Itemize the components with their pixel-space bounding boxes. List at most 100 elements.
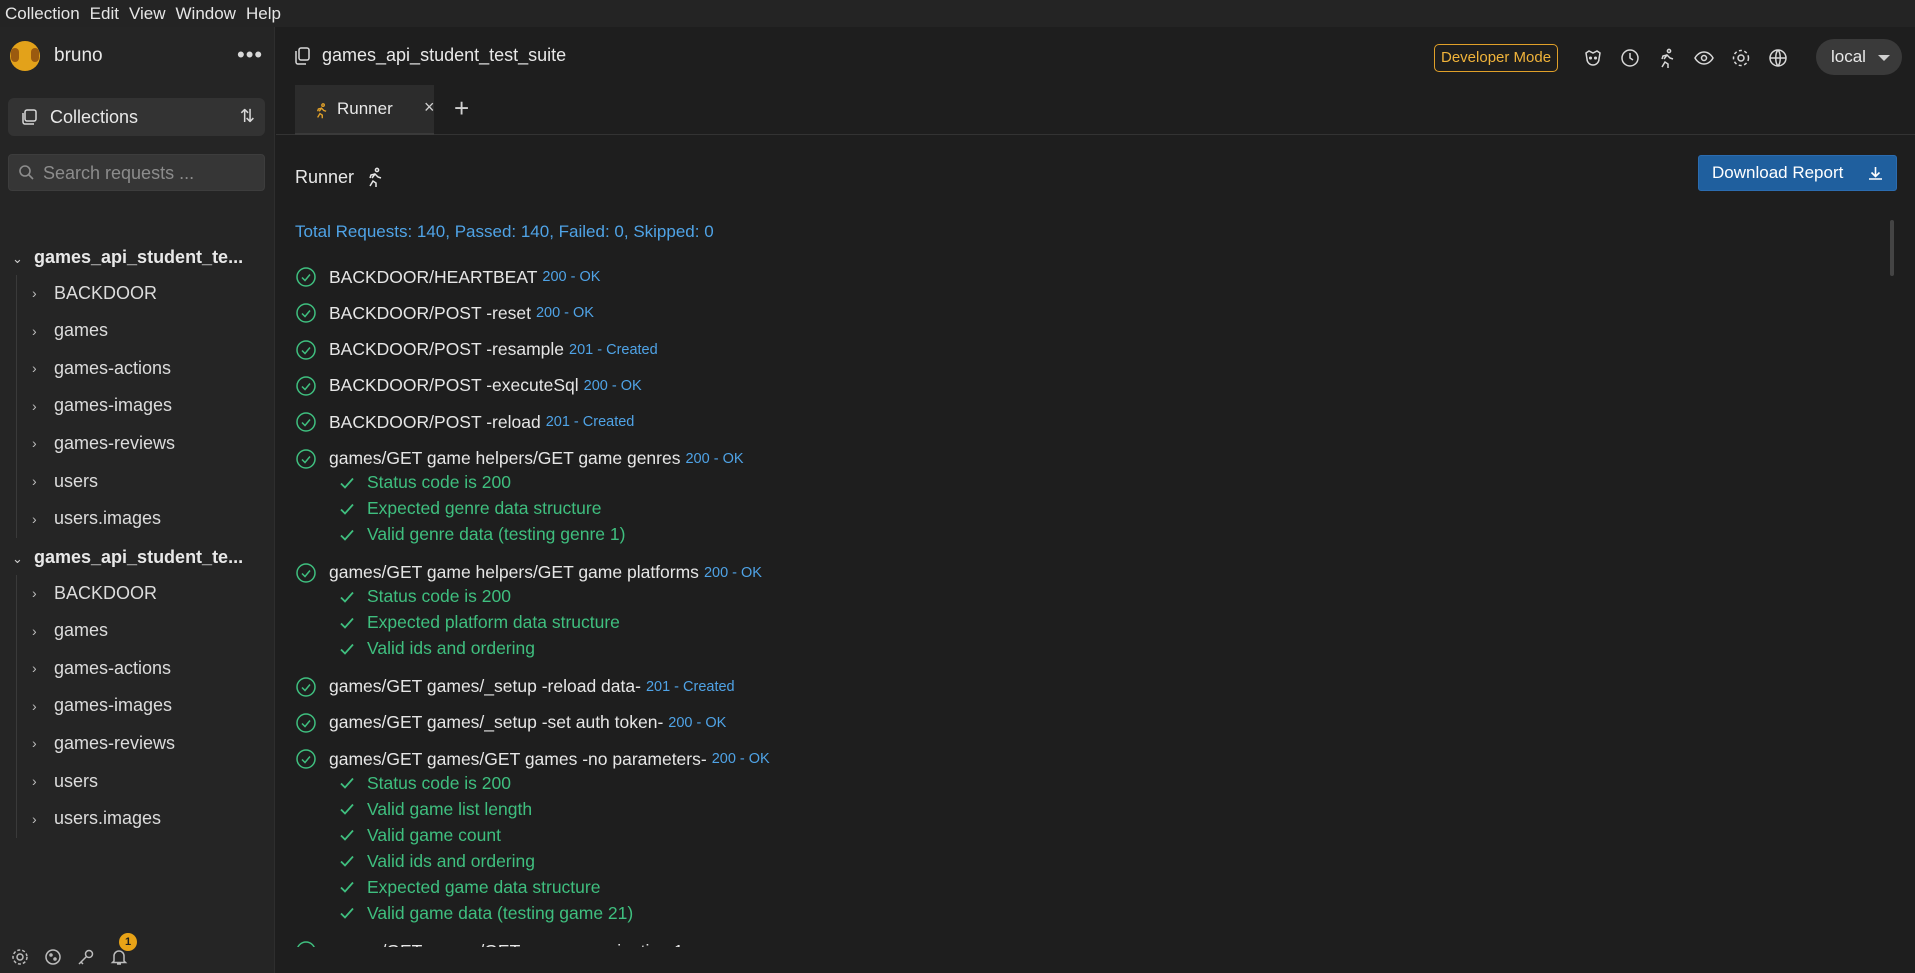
- request-name: games/GET games/GET games -no parameters…: [329, 748, 707, 769]
- tree-guide-line: [16, 575, 17, 839]
- check-icon: [340, 591, 354, 603]
- test-result: Expected platform data structure: [339, 612, 620, 634]
- download-report-button[interactable]: Download Report: [1698, 155, 1897, 191]
- status-code: 200 - OK: [711, 751, 770, 768]
- check-circle-icon: [297, 941, 315, 947]
- notifications-button[interactable]: 1: [109, 933, 137, 967]
- menu-item-view[interactable]: View: [124, 4, 171, 24]
- folder-item[interactable]: › users.images: [32, 507, 161, 531]
- folder-item[interactable]: › games-images: [32, 394, 172, 418]
- request-result[interactable]: games/GET games/GET games -pagination 1-: [295, 939, 694, 947]
- collections-button[interactable]: Collections ⇅: [8, 98, 265, 136]
- new-tab-button[interactable]: +: [454, 93, 469, 124]
- test-result: Valid game list length: [339, 798, 532, 820]
- more-options-icon[interactable]: •••: [237, 44, 263, 66]
- folder-item[interactable]: › games-actions: [32, 356, 171, 380]
- folder-name: games-images: [54, 395, 173, 416]
- folder-name: users: [54, 770, 99, 791]
- check-circle-icon: [296, 676, 316, 697]
- chevron-down-icon: ⌄: [12, 251, 23, 266]
- menu-item-help[interactable]: Help: [241, 4, 286, 24]
- folder-name: users.images: [54, 808, 162, 829]
- folder-item[interactable]: › BACKDOOR: [32, 281, 157, 305]
- cookie-icon[interactable]: [43, 947, 63, 967]
- tab-runner[interactable]: Runner ×: [295, 85, 435, 135]
- request-name: BACKDOOR/HEARTBEAT: [329, 266, 538, 287]
- check-circle-icon: [296, 303, 316, 324]
- dog-icon[interactable]: [1582, 47, 1604, 69]
- eye-icon[interactable]: [1693, 47, 1715, 69]
- environment-label: local: [1831, 47, 1866, 66]
- folder-item[interactable]: › games-actions: [32, 656, 171, 680]
- status-code: 201 - Created: [569, 341, 658, 358]
- test-result: Status code is 200: [339, 472, 511, 494]
- status-code: 201 - Created: [645, 678, 735, 695]
- search-input[interactable]: [43, 161, 258, 185]
- check-circle-icon: [296, 339, 316, 360]
- runner-heading: Runner: [295, 166, 386, 188]
- request-name: games/GET games/_setup -reload data-: [329, 676, 641, 696]
- chevron-right-icon: ›: [32, 285, 37, 301]
- sidebar-footer: 1: [10, 933, 142, 967]
- sort-icon[interactable]: ⇅: [240, 106, 255, 127]
- folder-item[interactable]: › games-reviews: [32, 731, 175, 755]
- request-name: games/GET game helpers/GET game genres: [329, 448, 681, 468]
- developer-mode-badge[interactable]: Developer Mode: [1434, 44, 1559, 72]
- check-icon: [340, 803, 354, 815]
- request-result[interactable]: games/GET games/_setup -set auth token- 2…: [295, 711, 726, 735]
- menu-item-collection[interactable]: Collection: [0, 4, 85, 24]
- close-icon[interactable]: ×: [424, 97, 435, 118]
- folder-item[interactable]: › BACKDOOR: [32, 581, 157, 605]
- gear-icon[interactable]: [1730, 47, 1752, 69]
- request-result[interactable]: BACKDOOR/POST -reload 201 - Created: [295, 410, 634, 434]
- test-name: Expected genre data structure: [367, 498, 602, 518]
- copy-icon: [295, 46, 310, 65]
- test-name: Expected platform data structure: [367, 612, 620, 632]
- download-report-label: Download Report: [1712, 163, 1844, 182]
- folder-item[interactable]: › games: [32, 319, 108, 343]
- menu-item-window[interactable]: Window: [171, 4, 241, 24]
- folder-item[interactable]: › games-reviews: [32, 431, 175, 455]
- status-code: 201 - Created: [545, 414, 635, 431]
- globe-icon[interactable]: [1767, 47, 1789, 69]
- request-name: BACKDOOR/POST -executeSql: [329, 375, 579, 396]
- folder-item[interactable]: › games: [32, 619, 108, 643]
- folder-item[interactable]: › games-images: [32, 694, 172, 718]
- collection-item[interactable]: ⌄ games_api_student_te...: [12, 545, 243, 569]
- scrollbar[interactable]: [1890, 220, 1894, 276]
- folder-item[interactable]: › users: [32, 469, 98, 493]
- request-result[interactable]: BACKDOOR/POST -resample 201 - Created: [295, 338, 658, 362]
- history-icon[interactable]: [1619, 47, 1641, 69]
- collection-header: games_api_student_test_suite Developer M…: [276, 27, 1915, 85]
- test-name: Status code is 200: [367, 472, 511, 492]
- request-result[interactable]: BACKDOOR/HEARTBEAT 200 - OK: [295, 265, 600, 289]
- key-icon[interactable]: [76, 947, 96, 967]
- environment-selector[interactable]: local: [1816, 39, 1902, 75]
- request-result[interactable]: BACKDOOR/POST -reset 200 - OK: [295, 301, 594, 325]
- folder-item[interactable]: › users.images: [32, 807, 161, 831]
- check-icon: [340, 881, 354, 893]
- chevron-right-icon: ›: [32, 397, 37, 414]
- settings-icon[interactable]: [10, 947, 30, 967]
- collection-item[interactable]: ⌄ games_api_student_te...: [12, 245, 243, 269]
- request-result[interactable]: games/GET games/GET games -no parameters…: [295, 747, 770, 771]
- chevron-down-icon: [1878, 55, 1890, 61]
- test-result: Valid ids and ordering: [339, 850, 535, 872]
- menu-item-edit[interactable]: Edit: [85, 4, 124, 24]
- request-result[interactable]: games/GET games/_setup -reload data- 201 …: [295, 675, 735, 699]
- test-name: Expected game data structure: [367, 876, 601, 897]
- test-name: Valid game list length: [367, 798, 533, 819]
- status-code: 200 - OK: [668, 714, 727, 731]
- request-name: BACKDOOR/POST -reload: [329, 411, 541, 432]
- request-result[interactable]: games/GET game helpers/GET game genres 20…: [295, 447, 744, 471]
- request-result[interactable]: games/GET game helpers/GET game platform…: [295, 561, 762, 585]
- request-result[interactable]: BACKDOOR/POST -executeSql 200 - OK: [295, 374, 642, 398]
- folder-item[interactable]: › users: [32, 769, 98, 793]
- runner-icon[interactable]: [1656, 47, 1678, 69]
- app-brand[interactable]: bruno: [10, 41, 103, 71]
- status-code: 200 - OK: [685, 450, 744, 467]
- check-icon: [340, 855, 354, 867]
- check-icon: [340, 617, 354, 629]
- check-icon: [340, 643, 354, 655]
- test-name: Valid game count: [367, 824, 501, 845]
